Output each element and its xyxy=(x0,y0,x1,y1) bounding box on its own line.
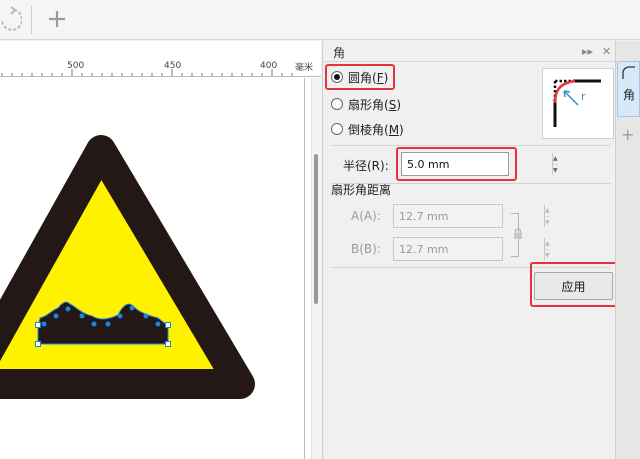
radio-scallop-corner[interactable]: 扇形角(S) xyxy=(331,94,401,114)
lock-icon[interactable] xyxy=(513,228,523,240)
ruler-unit: 毫米 xyxy=(294,63,313,73)
corner-preview: r xyxy=(542,68,614,139)
top-toolbar xyxy=(0,0,640,40)
radius-label: 半径(R): xyxy=(343,159,389,173)
distance-a-decrement-button[interactable]: ▼ xyxy=(545,217,550,228)
distance-b-increment-button[interactable]: ▲ xyxy=(545,238,550,250)
distance-a-label: A(A): xyxy=(351,209,381,223)
tab-corner[interactable]: 角 xyxy=(617,61,640,117)
tab-corner-label: 角 xyxy=(622,88,635,102)
vertical-scrollbar[interactable] xyxy=(311,78,321,459)
distance-b-spin-buttons: ▲ ▼ xyxy=(544,238,550,260)
page-edge xyxy=(304,78,305,459)
scrollbar-thumb[interactable] xyxy=(314,154,318,304)
close-icon[interactable]: ✕ xyxy=(602,45,611,58)
apply-highlight xyxy=(530,262,620,307)
radius-highlight xyxy=(396,147,517,181)
radio-scallop-indicator[interactable] xyxy=(331,98,343,110)
distance-b-label: B(B): xyxy=(351,242,381,256)
horizontal-ruler: 500 450 400 毫米 xyxy=(0,41,321,77)
distance-a-spin-buttons: ▲ ▼ xyxy=(544,205,550,227)
radio-chamfer-corner[interactable]: 倒棱角(M) xyxy=(331,119,404,139)
add-docker-icon[interactable]: + xyxy=(621,125,634,144)
toolbar-separator xyxy=(31,6,32,34)
ruler-label-500: 500 xyxy=(67,61,85,71)
warning-sign-artwork[interactable] xyxy=(0,78,304,459)
chamfer-corner-label: 倒棱角(M) xyxy=(348,122,404,137)
radius-decrement-button[interactable]: ▼ xyxy=(553,165,558,176)
scallop-distance-label: 扇形角距离 xyxy=(331,183,392,197)
distance-a-increment-button[interactable]: ▲ xyxy=(545,205,550,217)
ruler-ticks xyxy=(1,69,293,76)
distance-a-input[interactable] xyxy=(394,205,544,227)
redo-icon[interactable] xyxy=(0,6,23,34)
ruler-label-450: 450 xyxy=(164,61,182,71)
distance-b-stepper[interactable]: ▲ ▼ xyxy=(393,237,550,261)
ruler-label-400: 400 xyxy=(260,61,278,71)
distance-a-stepper[interactable]: ▲ ▼ xyxy=(393,204,550,228)
add-icon[interactable] xyxy=(46,8,68,30)
distance-b-input[interactable] xyxy=(394,238,544,260)
panel-collapse-icon[interactable]: ▸▸ xyxy=(582,45,593,58)
corner-tab-icon xyxy=(622,66,636,80)
radius-spin-buttons: ▲ ▼ xyxy=(552,153,558,175)
docker-tab-strip: 角 + xyxy=(615,41,640,459)
panel-title: 角 xyxy=(333,46,346,60)
preview-radius-label: r xyxy=(581,90,586,103)
radius-increment-button[interactable]: ▲ xyxy=(553,153,558,165)
panel-header-divider xyxy=(323,61,616,62)
radio-chamfer-indicator[interactable] xyxy=(331,123,343,135)
drawing-canvas[interactable]: 500 450 400 毫米 xyxy=(0,41,321,459)
corner-docker-panel: 角 ▸▸ ✕ 圆角(F) 扇形角(S) 倒棱角(M) r 半径(R): 5.0 … xyxy=(322,41,620,459)
round-corner-preview-icon: r xyxy=(553,79,601,127)
round-corner-highlight xyxy=(325,64,395,90)
scallop-corner-label: 扇形角(S) xyxy=(348,97,401,112)
divider-1 xyxy=(331,145,611,146)
distance-b-decrement-button[interactable]: ▼ xyxy=(545,250,550,261)
